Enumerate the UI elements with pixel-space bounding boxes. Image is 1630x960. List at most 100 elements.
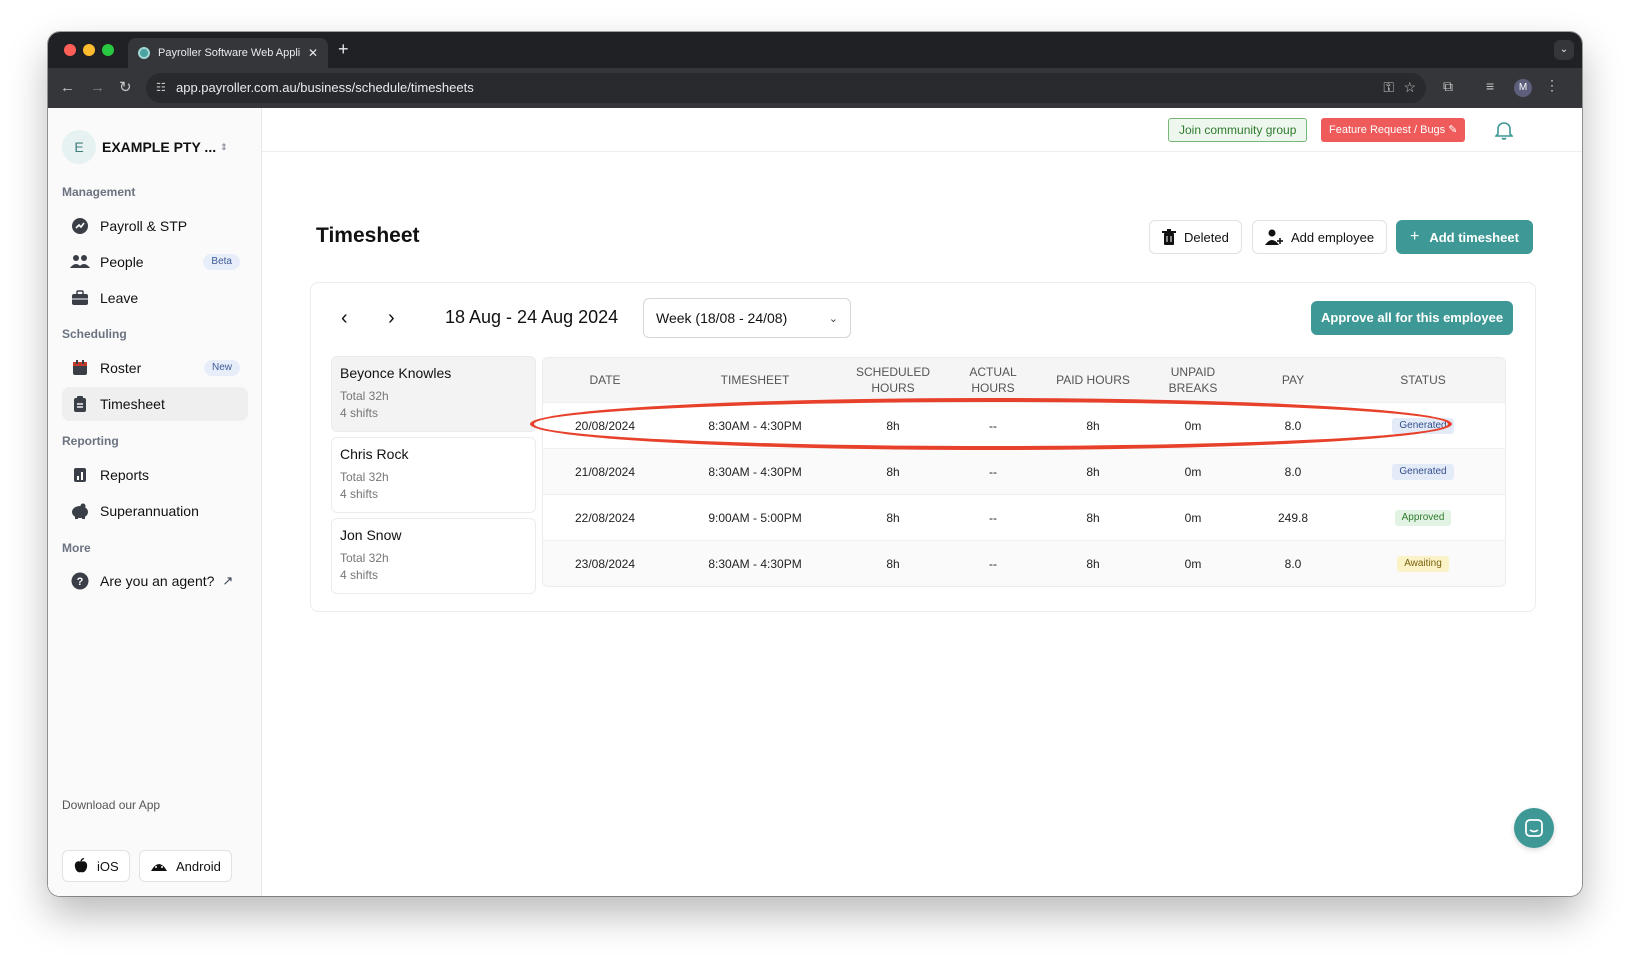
column-header-paid: PAID HOURS [1056,373,1130,387]
sidebar-item-label: Payroll & STP [100,218,188,234]
week-select[interactable]: Week (18/08 - 24/08) ⌄ [643,298,851,338]
tab-close-icon[interactable]: ✕ [308,46,318,60]
week-select-value: Week (18/08 - 24/08) [656,310,788,326]
column-header-unpaid: UNPAID BREAKS [1168,365,1218,395]
notification-bell-icon[interactable] [1494,120,1514,145]
employee-total: Total 32h [340,551,389,565]
employee-shifts: 4 shifts [340,568,379,582]
sidebar-item-leave[interactable]: Leave [62,281,248,315]
previous-week-icon[interactable]: ‹ [341,307,348,330]
ios-app-button[interactable]: iOS [62,850,130,882]
calendar-icon [70,358,90,378]
sidebar-item-reports[interactable]: Reports [62,458,248,492]
sidebar-item-label: Are you an agent? [100,573,215,589]
section-management: Management [62,185,136,199]
close-window-button[interactable] [64,44,76,56]
deleted-button[interactable]: Deleted [1149,220,1242,254]
next-week-icon[interactable]: › [388,307,395,330]
briefcase-icon [70,288,90,308]
android-icon [151,864,167,871]
cell-paid: 8h [1086,510,1100,525]
cell-timesheet: 9:00AM - 5:00PM [708,510,802,525]
browser-tab[interactable]: Payroller Software Web Appli ✕ [128,38,328,68]
sidebar: E EXAMPLE PTY ... ⇕ Management Payroll &… [48,108,262,896]
cell-actual: -- [989,418,997,433]
reload-icon[interactable]: ↻ [119,78,132,98]
sidebar-item-agent[interactable]: ? Are you an agent? ↗ [62,564,248,598]
join-community-button[interactable]: Join community group [1168,118,1308,142]
profile-avatar[interactable]: M [1514,79,1532,97]
add-user-icon [1265,229,1283,245]
cell-actual: -- [989,556,997,571]
download-app-label: Download our App [62,798,161,812]
timesheet-icon [70,394,90,414]
column-header-pay: PAY [1281,373,1305,387]
column-header-status: STATUS [1400,373,1446,387]
employee-card[interactable]: Beyonce Knowles Total 32h 4 shifts [331,356,536,432]
chat-icon [1525,819,1543,837]
table-row[interactable]: 21/08/2024 8:30AM - 4:30PM 8h -- 8h 0m 8… [543,448,1505,494]
minimize-window-button[interactable] [83,44,95,56]
section-reporting: Reporting [62,434,119,448]
maximize-window-button[interactable] [102,44,114,56]
sidebar-item-roster[interactable]: Roster New [62,351,248,385]
new-tab-button[interactable]: + [338,39,349,59]
sidebar-item-people[interactable]: People Beta [62,245,248,279]
add-employee-button[interactable]: Add employee [1252,220,1388,254]
chat-launcher-button[interactable] [1514,808,1554,848]
bookmark-star-icon[interactable]: ☆ [1403,79,1416,96]
chevron-updown-icon: ⇕ [220,141,228,152]
sidebar-item-payroll[interactable]: Payroll & STP [62,209,248,243]
tab-title: Payroller Software Web Appli [158,47,301,59]
forward-icon[interactable]: → [90,78,105,98]
employee-name: Chris Rock [340,446,409,462]
employee-total: Total 32h [340,470,389,484]
payroll-icon [70,216,90,236]
column-header-timesheet: TIMESHEET [720,373,790,387]
approve-all-button[interactable]: Approve all for this employee [1311,301,1514,335]
address-bar[interactable]: ☷ app.payroller.com.au/business/schedule… [146,73,1426,103]
sidebar-item-label: Roster [100,360,142,376]
sidebar-item-superannuation[interactable]: Superannuation [62,494,248,528]
feature-request-button[interactable]: Feature Request / Bugs ✎ [1321,118,1466,142]
table-row[interactable]: 22/08/2024 9:00AM - 5:00PM 8h -- 8h 0m 2… [543,494,1505,540]
business-switcher[interactable]: E EXAMPLE PTY ... ⇕ [62,130,228,164]
sidebar-item-timesheet[interactable]: Timesheet [62,387,248,421]
cell-pay: 249.8 [1277,510,1309,525]
extensions-icon[interactable]: ⧉ [1443,78,1453,95]
employee-name: Beyonce Knowles [340,365,452,381]
more-menu-icon[interactable]: ⋮ [1545,77,1559,94]
app-root: E EXAMPLE PTY ... ⇕ Management Payroll &… [48,108,1582,896]
sidebar-item-label: Reports [100,467,150,483]
column-header-date: DATE [589,373,621,387]
cell-timesheet: 8:30AM - 4:30PM [708,418,802,433]
table-row[interactable]: 23/08/2024 8:30AM - 4:30PM 8h -- 8h 0m 8… [543,540,1505,586]
trash-icon [1162,229,1176,245]
page-title: Timesheet [316,224,420,247]
cell-date: 21/08/2024 [574,464,636,479]
site-settings-icon[interactable]: ☷ [156,81,166,94]
external-link-icon: ↗ [222,573,234,588]
business-avatar: E [62,130,96,164]
cell-unpaid: 0m [1184,510,1202,525]
cell-pay: 8.0 [1284,418,1302,433]
cell-date: 23/08/2024 [574,556,636,571]
tab-search-button[interactable]: ⌄ [1554,40,1574,60]
back-icon[interactable]: ← [60,78,75,98]
beta-badge: Beta [203,254,240,270]
sidebar-item-label: Leave [100,290,139,306]
add-timesheet-button[interactable]: + Add timesheet [1396,220,1533,254]
key-icon[interactable]: ⚿ [1383,79,1394,96]
column-header-actual: ACTUAL HOURS [969,365,1017,395]
browser-window: Payroller Software Web Appli ✕ + ⌄ ← → ↻… [48,32,1582,896]
sidebar-item-label: People [100,254,144,270]
piggy-bank-icon [70,501,90,521]
cell-timesheet: 8:30AM - 4:30PM [708,464,802,479]
android-app-button[interactable]: Android [139,850,232,882]
employee-card[interactable]: Chris Rock Total 32h 4 shifts [331,437,536,513]
browser-toolbar: ← → ↻ ☷ app.payroller.com.au/business/sc… [48,68,1582,108]
table-row[interactable]: 20/08/2024 8:30AM - 4:30PM 8h -- 8h 0m 8… [543,402,1505,448]
media-control-icon[interactable]: ≡ [1486,78,1494,94]
table-header: DATE TIMESHEET SCHEDULED HOURS ACTUAL HOUR… [543,358,1505,402]
employee-card[interactable]: Jon Snow Total 32h 4 shifts [331,518,536,594]
